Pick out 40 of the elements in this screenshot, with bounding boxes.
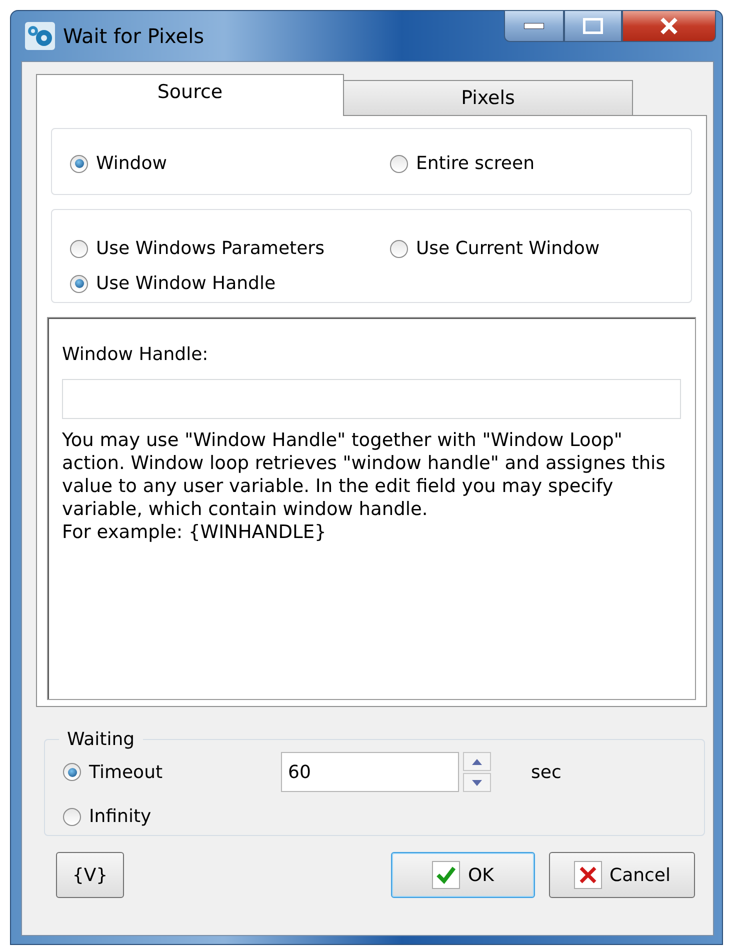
tab[interactable]: Pixels xyxy=(343,80,633,116)
radio-label: Entire screen xyxy=(416,153,534,174)
close-icon xyxy=(659,17,679,35)
window-title: Wait for Pixels xyxy=(63,24,204,48)
radio-button[interactable]: Entire screen xyxy=(390,153,673,174)
radio-button[interactable]: Infinity xyxy=(63,806,686,827)
radio-label: Window xyxy=(96,153,167,174)
unit-label: sec xyxy=(531,762,562,782)
radio-button[interactable]: Use Current Window xyxy=(390,238,673,259)
down-arrow-icon xyxy=(472,780,482,786)
spin-down-button[interactable] xyxy=(463,773,491,792)
radio-button[interactable]: Use Windows Parameters xyxy=(70,238,390,259)
group-title: Waiting xyxy=(66,729,136,750)
minimize-button[interactable] xyxy=(504,10,564,42)
field-label: Window Handle: xyxy=(62,344,210,365)
example-text: For example: {WINHANDLE} xyxy=(62,521,328,544)
radio-label: Use Window Handle xyxy=(96,273,276,294)
radio-label: Infinity xyxy=(89,806,152,827)
close-button[interactable] xyxy=(622,10,716,42)
radio-label: Timeout xyxy=(89,762,163,782)
minimize-icon xyxy=(524,23,544,29)
description-text: You may use "Window Handle" together with "Window Loop" action. Window loop retrieves "window handle" and assignes this value to any user variable. In the edit field you may specify variable, which contain window handle. xyxy=(62,429,666,521)
window-handle-input[interactable] xyxy=(62,379,681,419)
cancel-button[interactable]: Cancel xyxy=(549,852,695,898)
variables-button[interactable]: {V} xyxy=(56,852,124,898)
radio-label: Use Windows Parameters xyxy=(96,238,324,259)
ok-button[interactable]: OK xyxy=(391,852,535,898)
timeout-input[interactable]: 60 xyxy=(281,752,459,792)
maximize-button[interactable] xyxy=(564,10,622,42)
checkmark-icon xyxy=(432,861,460,889)
maximize-icon xyxy=(583,18,603,34)
radio-button[interactable]: Use Window Handle xyxy=(70,273,390,294)
spin-up-button[interactable] xyxy=(463,752,491,771)
tab[interactable]: Source xyxy=(36,74,344,116)
radio-button[interactable]: Timeout xyxy=(63,762,223,782)
gears-icon xyxy=(25,22,55,50)
radio-label: Use Current Window xyxy=(416,238,600,259)
up-arrow-icon xyxy=(472,758,482,764)
radio-button[interactable]: Window xyxy=(70,153,390,174)
cross-icon xyxy=(574,861,602,889)
